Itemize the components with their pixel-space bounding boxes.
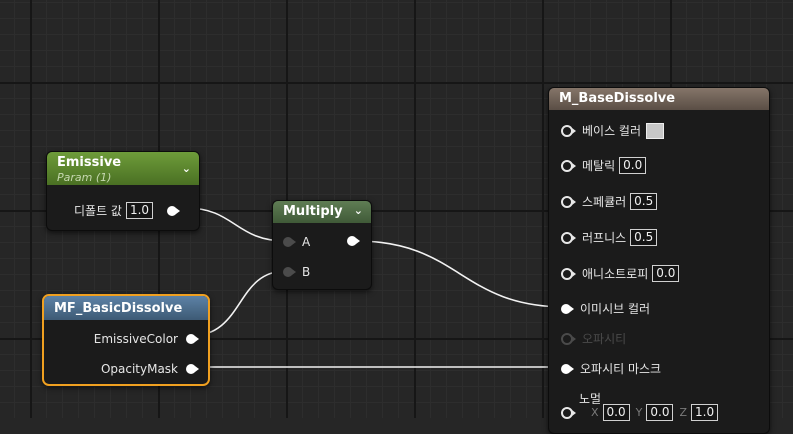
input-pin-icon[interactable]: [561, 159, 576, 172]
disabled-pin-icon: [561, 332, 576, 345]
specular-value-input[interactable]: 0.5: [630, 193, 658, 210]
anisotropy-value-input[interactable]: 0.0: [652, 265, 680, 282]
function-node-header[interactable]: MF_BasicDissolve: [44, 296, 208, 320]
emissive-param-node[interactable]: Emissive Param (1) ⌄ 디폴트 값 1.0: [46, 151, 200, 231]
metallic-pin[interactable]: 메탈릭 0.0: [561, 157, 647, 174]
pin-b-label: B: [302, 265, 311, 279]
input-pin-icon[interactable]: [561, 195, 576, 208]
emissive-color-pin[interactable]: 이미시브 컬러: [561, 300, 650, 317]
input-pin-icon[interactable]: [561, 124, 576, 137]
opacity-mask-pin[interactable]: 오파시티 마스크: [561, 360, 661, 377]
input-pin-icon[interactable]: [283, 267, 296, 277]
output-pin-icon[interactable]: [186, 334, 199, 344]
wire-multiply-to-emissive-color[interactable]: [355, 240, 567, 308]
base-color-swatch[interactable]: [646, 122, 665, 139]
multiply-input-b[interactable]: B: [283, 265, 310, 279]
emissive-node-header[interactable]: Emissive Param (1) ⌄: [47, 152, 199, 185]
roughness-value-input[interactable]: 0.5: [630, 229, 658, 246]
normal-x-label: X: [591, 406, 599, 419]
emissive-color-label: 이미시브 컬러: [580, 302, 651, 316]
emissive-node-title: Emissive: [57, 155, 122, 170]
mf-basic-dissolve-node[interactable]: MF_BasicDissolve EmissiveColor OpacityMa…: [42, 294, 210, 386]
normal-pin[interactable]: X 0.0 Y 0.0 Z 1.0: [561, 404, 719, 421]
anisotropy-pin[interactable]: 애니소트로피 0.0: [561, 265, 680, 282]
emissive-default-value-pin[interactable]: 디폴트 값 1.0: [74, 202, 181, 219]
normal-y-input[interactable]: 0.0: [646, 404, 674, 421]
opacity-label: 오파시티: [582, 332, 627, 346]
normal-z-input[interactable]: 1.0: [691, 404, 719, 421]
opacitymask-label: OpacityMask: [100, 362, 178, 376]
multiply-node-title: Multiply: [283, 204, 343, 219]
opacity-pin[interactable]: 오파시티: [561, 330, 626, 347]
normal-z-label: Z: [679, 406, 688, 419]
function-node-title: MF_BasicDissolve: [54, 301, 183, 316]
default-value-label: 디폴트 값: [74, 204, 122, 218]
specular-pin[interactable]: 스페큘러 0.5: [561, 193, 658, 210]
multiply-input-a[interactable]: A: [283, 235, 310, 249]
default-value-input[interactable]: 1.0: [125, 202, 154, 219]
emissive-node-subtitle: Param (1): [57, 171, 112, 184]
material-node-header[interactable]: M_BaseDissolve: [549, 88, 769, 110]
specular-label: 스페큘러: [582, 195, 627, 209]
roughness-label: 러프니스: [582, 231, 627, 245]
base-color-label: 베이스 컬러: [582, 124, 642, 138]
output-pin-icon[interactable]: [186, 364, 199, 374]
opacitymask-output-pin[interactable]: OpacityMask: [100, 362, 199, 376]
material-result-node[interactable]: M_BaseDissolve 베이스 컬러 메탈릭 0.0 스페큘러 0.5 러…: [548, 87, 770, 434]
connected-pin-icon[interactable]: [561, 303, 574, 314]
roughness-pin[interactable]: 러프니스 0.5: [561, 229, 658, 246]
output-pin-icon[interactable]: [347, 236, 360, 246]
input-pin-icon[interactable]: [283, 237, 296, 247]
multiply-node[interactable]: Multiply ⌄ A B: [272, 200, 372, 290]
multiply-output[interactable]: [347, 236, 360, 246]
metallic-label: 메탈릭: [582, 159, 616, 173]
normal-y-label: Y: [635, 406, 643, 419]
emissivecolor-output-pin[interactable]: EmissiveColor: [93, 332, 199, 346]
chevron-down-icon[interactable]: ⌄: [182, 162, 191, 175]
input-pin-icon[interactable]: [561, 406, 576, 419]
emissivecolor-label: EmissiveColor: [93, 332, 178, 346]
multiply-node-header[interactable]: Multiply ⌄: [273, 201, 371, 223]
input-pin-icon[interactable]: [561, 231, 576, 244]
opacity-mask-label: 오파시티 마스크: [580, 362, 662, 376]
anisotropy-label: 애니소트로피: [582, 267, 649, 281]
pin-a-label: A: [302, 235, 311, 249]
base-color-pin[interactable]: 베이스 컬러: [561, 122, 665, 139]
input-pin-icon[interactable]: [561, 267, 576, 280]
material-node-title: M_BaseDissolve: [559, 91, 676, 106]
chevron-down-icon[interactable]: ⌄: [354, 204, 363, 217]
output-pin-icon[interactable]: [167, 205, 181, 216]
connected-pin-icon[interactable]: [561, 363, 574, 374]
normal-x-input[interactable]: 0.0: [602, 404, 630, 421]
wire-emissive-to-multiply-a[interactable]: [185, 207, 287, 242]
metallic-value-input[interactable]: 0.0: [619, 157, 647, 174]
